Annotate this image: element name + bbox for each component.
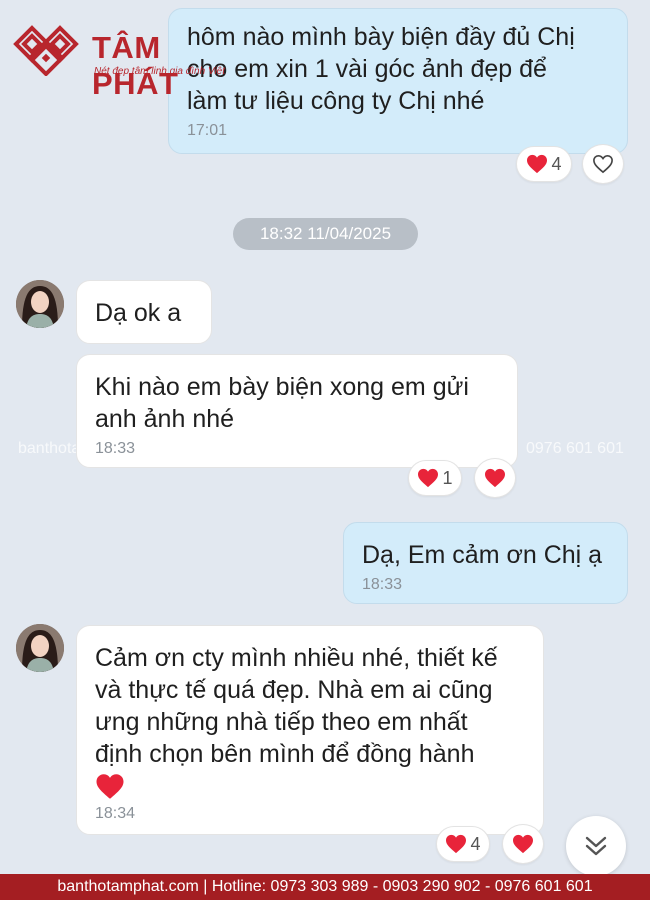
message-bubble-outgoing[interactable]: Dạ, Em cảm ơn Chị ạ 18:33 (343, 522, 628, 604)
reaction-heart-count[interactable]: 1 (408, 460, 462, 496)
double-chevron-down-icon (585, 836, 607, 856)
react-button[interactable] (502, 824, 544, 864)
heart-outline-icon (593, 154, 613, 174)
footer-contact-bar: banthotamphat.com | Hotline: 0973 303 98… (0, 874, 650, 900)
watermark-right: 0976 601 601 (526, 440, 624, 457)
scroll-to-bottom-button[interactable] (566, 816, 626, 876)
reaction-count: 4 (551, 153, 562, 174)
heart-emoji-icon (96, 774, 124, 799)
message-bubble-incoming[interactable]: Khi nào em bày biện xong em gửi anh ảnh … (76, 354, 518, 468)
avatar[interactable] (16, 280, 64, 328)
reaction-count: 4 (470, 833, 481, 854)
reaction-count: 1 (442, 467, 453, 488)
heart-icon (418, 468, 439, 488)
message-text: Cảm ơn cty mình nhiều nhé, thiết kế và t… (95, 644, 498, 768)
heart-icon (527, 154, 548, 174)
message-text: Dạ, Em cảm ơn Chị ạ (362, 541, 603, 569)
heart-icon (446, 834, 467, 854)
reaction-heart-count[interactable]: 4 (516, 146, 572, 182)
message-time: 17:01 (187, 122, 228, 139)
brand-logo: TÂM PHÁT Nét đẹp tâm linh gia đình Việt (12, 24, 252, 101)
react-button[interactable] (474, 458, 516, 498)
avatar-photo-icon (16, 280, 64, 328)
heart-icon (485, 468, 505, 488)
heart-icon (513, 834, 533, 854)
message-bubble-incoming[interactable]: Cảm ơn cty mình nhiều nhé, thiết kế và t… (76, 625, 544, 835)
message-time: 18:33 (362, 576, 403, 593)
avatar-photo-icon (16, 624, 64, 672)
message-text: Dạ ok a (95, 299, 182, 327)
avatar[interactable] (16, 624, 64, 672)
brand-slogan: Nét đẹp tâm linh gia đình Việt (94, 66, 226, 77)
react-button[interactable] (582, 144, 624, 184)
message-time: 18:33 (95, 440, 136, 457)
reaction-heart-count[interactable]: 4 (436, 826, 490, 862)
watermark-left: banthotamphat.com (18, 440, 76, 457)
date-separator: 18:32 11/04/2025 (233, 218, 418, 250)
logo-mark-icon (13, 25, 79, 76)
message-text: Khi nào em bày biện xong em gửi anh ảnh … (95, 373, 469, 433)
message-time: 18:34 (95, 805, 136, 822)
message-bubble-incoming[interactable]: Dạ ok a (76, 280, 212, 344)
